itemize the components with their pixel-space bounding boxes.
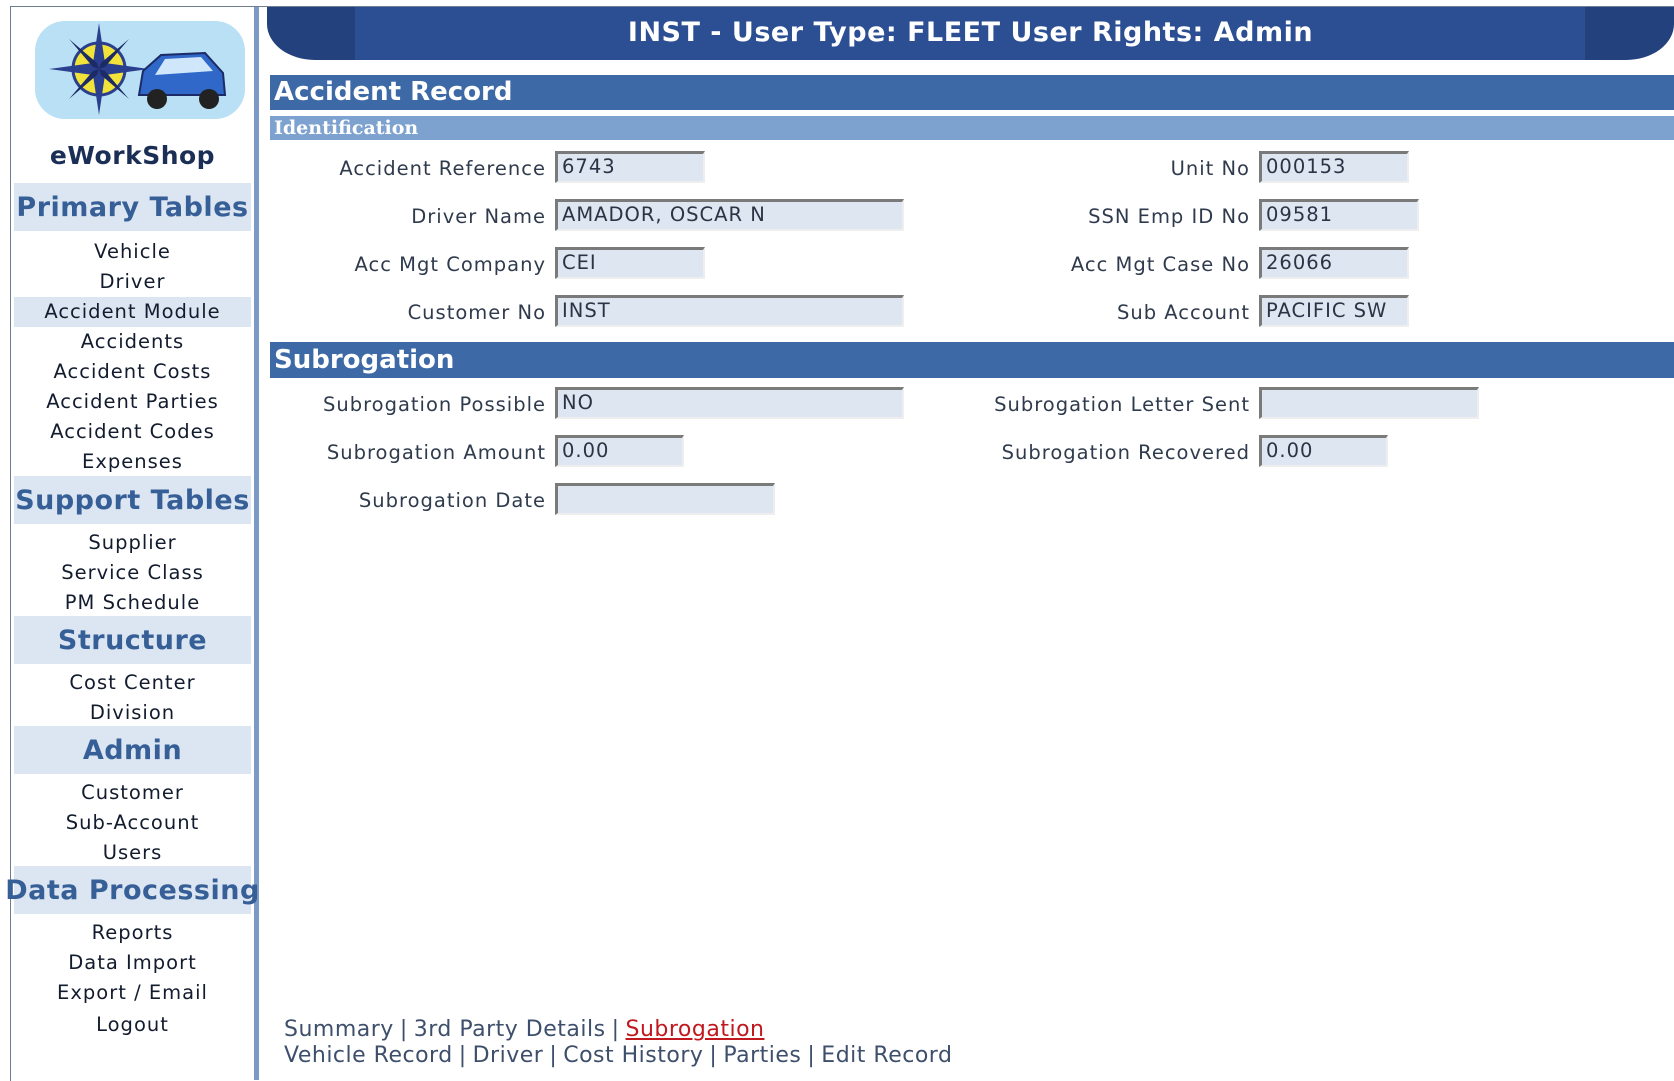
sidebar-section-primary-tables: Primary Tables bbox=[14, 183, 251, 231]
subrogation-possible-label: Subrogation Possible bbox=[322, 393, 546, 416]
sidebar-item-division[interactable]: Division bbox=[11, 698, 254, 728]
header-title: INST - User Type: FLEET User Rights: Adm… bbox=[627, 17, 1314, 48]
subrogation-recovered-label: Subrogation Recovered bbox=[1001, 441, 1250, 464]
link-3rd-party-details[interactable]: 3rd Party Details bbox=[414, 1017, 606, 1042]
sidebar-item-accidents[interactable]: Accidents bbox=[11, 327, 254, 357]
subrogation-letter-sent-field[interactable] bbox=[1259, 387, 1479, 419]
link-cost-history[interactable]: Cost History bbox=[563, 1043, 703, 1068]
sidebar-item-accident-module[interactable]: Accident Module bbox=[14, 297, 251, 327]
sidebar-section-admin: Admin bbox=[14, 726, 251, 774]
unit-no-field[interactable]: 000153 bbox=[1259, 151, 1409, 183]
sidebar-item-expenses[interactable]: Expenses bbox=[11, 447, 254, 477]
link-separator: | bbox=[807, 1043, 816, 1068]
link-vehicle-record[interactable]: Vehicle Record bbox=[284, 1043, 453, 1068]
sidebar-item-cost-center[interactable]: Cost Center bbox=[11, 668, 254, 698]
sub-account-label: Sub Account bbox=[1116, 301, 1250, 324]
sidebar-item-supplier[interactable]: Supplier bbox=[11, 528, 254, 558]
sidebar-item-export-email[interactable]: Export / Email bbox=[11, 978, 254, 1008]
header-bar: INST - User Type: FLEET User Rights: Adm… bbox=[267, 7, 1674, 60]
acc-mgt-case-no-field[interactable]: 26066 bbox=[1259, 247, 1409, 279]
link-parties[interactable]: Parties bbox=[723, 1043, 801, 1068]
sidebar-item-data-import[interactable]: Data Import bbox=[11, 948, 254, 978]
sidebar-item-users[interactable]: Users bbox=[11, 838, 254, 868]
sidebar: eWorkShop Primary Tables Vehicle Driver Acc… bbox=[5, 7, 259, 1080]
sidebar-item-pm-schedule[interactable]: PM Schedule bbox=[11, 588, 254, 618]
acc-mgt-company-field[interactable]: CEI bbox=[555, 247, 705, 279]
record-links-row1: Summary | 3rd Party Details | Subrogation bbox=[284, 1017, 764, 1042]
link-summary[interactable]: Summary bbox=[284, 1017, 394, 1042]
subrogation-date-field[interactable] bbox=[555, 483, 775, 515]
link-subrogation[interactable]: Subrogation bbox=[626, 1017, 765, 1042]
link-separator: | bbox=[399, 1017, 408, 1042]
subrogation-recovered-field[interactable]: 0.00 bbox=[1259, 435, 1388, 467]
subrogation-amount-label: Subrogation Amount bbox=[326, 441, 546, 464]
ssn-emp-id-label: SSN Emp ID No bbox=[1088, 205, 1250, 228]
sidebar-section-structure: Structure bbox=[14, 616, 251, 664]
acc-mgt-company-label: Acc Mgt Company bbox=[354, 253, 546, 276]
accident-reference-label: Accident Reference bbox=[339, 157, 546, 180]
compass-car-logo bbox=[35, 21, 245, 119]
sidebar-item-accident-costs[interactable]: Accident Costs bbox=[11, 357, 254, 387]
link-driver[interactable]: Driver bbox=[473, 1043, 544, 1068]
subrogation-letter-sent-label: Subrogation Letter Sent bbox=[994, 393, 1250, 416]
sidebar-item-vehicle[interactable]: Vehicle bbox=[11, 237, 254, 267]
page-title: Accident Record bbox=[270, 75, 1674, 110]
app-name: eWorkShop bbox=[49, 141, 216, 170]
link-separator: | bbox=[611, 1017, 620, 1042]
customer-no-field[interactable]: INST bbox=[555, 295, 904, 327]
subrogation-amount-field[interactable]: 0.00 bbox=[555, 435, 684, 467]
sidebar-item-logout[interactable]: Logout bbox=[11, 1010, 254, 1040]
driver-name-field[interactable]: AMADOR, OSCAR N bbox=[555, 199, 904, 231]
link-separator: | bbox=[458, 1043, 467, 1068]
link-edit-record[interactable]: Edit Record bbox=[821, 1043, 952, 1068]
customer-no-label: Customer No bbox=[407, 301, 546, 324]
sidebar-item-customer[interactable]: Customer bbox=[11, 778, 254, 808]
acc-mgt-case-no-label: Acc Mgt Case No bbox=[1070, 253, 1250, 276]
link-separator: | bbox=[549, 1043, 558, 1068]
sidebar-section-data-processing: Data Processing bbox=[5, 866, 259, 914]
subrogation-date-label: Subrogation Date bbox=[358, 489, 546, 512]
accident-reference-field[interactable]: 6743 bbox=[555, 151, 705, 183]
subrogation-possible-field[interactable]: NO bbox=[555, 387, 904, 419]
driver-name-label: Driver Name bbox=[411, 205, 546, 228]
record-links-row2: Vehicle Record | Driver | Cost History | Parti… bbox=[284, 1043, 952, 1068]
ssn-emp-id-field[interactable]: 09581 bbox=[1259, 199, 1419, 231]
sidebar-item-service-class[interactable]: Service Class bbox=[11, 558, 254, 588]
sidebar-item-accident-parties[interactable]: Accident Parties bbox=[11, 387, 254, 417]
sub-account-field[interactable]: PACIFIC SW bbox=[1259, 295, 1409, 327]
sidebar-item-sub-account[interactable]: Sub-Account bbox=[11, 808, 254, 838]
link-separator: | bbox=[709, 1043, 718, 1068]
identification-header: Identification bbox=[270, 116, 1674, 140]
sidebar-item-driver[interactable]: Driver bbox=[11, 267, 254, 297]
sidebar-item-accident-codes[interactable]: Accident Codes bbox=[11, 417, 254, 447]
subrogation-header: Subrogation bbox=[270, 342, 1674, 378]
sidebar-section-support-tables: Support Tables bbox=[14, 476, 251, 524]
unit-no-label: Unit No bbox=[1170, 157, 1250, 180]
sidebar-item-reports[interactable]: Reports bbox=[11, 918, 254, 948]
